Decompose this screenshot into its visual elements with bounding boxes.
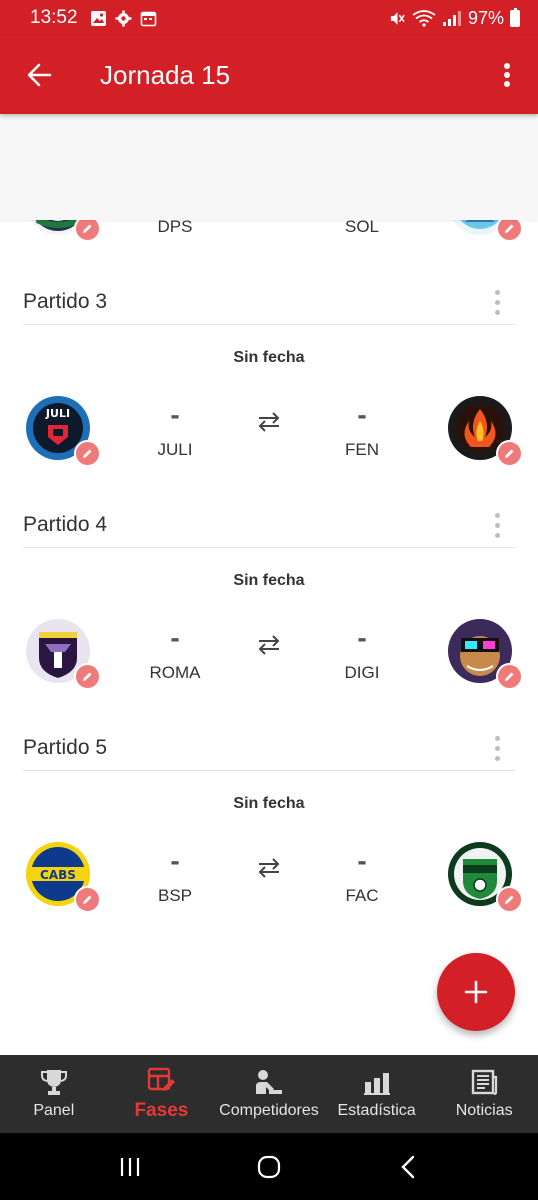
competitors-icon <box>255 1070 282 1094</box>
nav-item-estadistica[interactable]: Estadística <box>323 1055 431 1133</box>
match-title: Partido 5 <box>23 735 108 759</box>
home-team-code: JULI <box>157 440 193 459</box>
team-logo-roma[interactable] <box>25 618 101 690</box>
dot-icon <box>494 532 500 538</box>
match-date: Sin fecha <box>233 795 305 812</box>
pencil-icon <box>505 895 514 904</box>
team-logo-digi[interactable] <box>447 618 523 690</box>
nav-item-competidores[interactable]: Competidores <box>215 1055 323 1133</box>
home-score: - <box>170 845 180 876</box>
home-score: - <box>170 399 180 430</box>
dot-icon <box>494 512 500 518</box>
match-title: Partido 4 <box>23 512 108 536</box>
home-team-code: BSP <box>157 886 193 905</box>
away-score: - <box>357 622 367 653</box>
dot-icon <box>494 755 500 761</box>
swap-teams-icon[interactable] <box>257 412 281 432</box>
nav-item-fases[interactable]: Fases <box>108 1055 216 1133</box>
trophy-icon <box>40 1070 67 1095</box>
edit-logo-button[interactable] <box>496 886 523 913</box>
nav-label: Competidores <box>219 1102 319 1119</box>
dot-icon <box>494 745 500 751</box>
match-options-button[interactable] <box>491 733 503 763</box>
pencil-icon <box>83 895 92 904</box>
pencil-icon <box>83 224 92 233</box>
edit-logo-button[interactable] <box>74 886 101 913</box>
match-card-3[interactable]: Partido 3 Sin fecha JULI - - JULI FEN <box>0 279 538 499</box>
recent-apps-button[interactable] <box>110 1147 150 1187</box>
pencil-icon <box>505 449 514 458</box>
chevron-left-icon <box>401 1155 415 1178</box>
system-navigation-bar <box>0 1133 538 1200</box>
nav-label: Fases <box>134 1100 189 1121</box>
away-team-code: FEN <box>345 440 379 459</box>
match-header: Partido 4 <box>23 502 515 548</box>
bottom-navigation: Panel Fases Competidores Estadística Not… <box>0 1055 538 1133</box>
team-logo-juli[interactable]: JULI <box>25 395 101 467</box>
match-card-5[interactable]: Partido 5 Sin fecha CABS - - BSP FAC <box>0 725 538 945</box>
nav-item-noticias[interactable]: Noticias <box>430 1055 538 1133</box>
pencil-icon <box>83 672 92 681</box>
edit-logo-button[interactable] <box>74 440 101 467</box>
recent-apps-icon <box>120 1157 139 1176</box>
match-header: Partido 5 <box>23 725 515 771</box>
more-vert-icon <box>504 63 510 87</box>
away-score: - <box>357 845 367 876</box>
nav-label: Estadística <box>337 1102 416 1119</box>
match-date: Sin fecha <box>233 572 305 589</box>
bracket-edit-icon <box>148 1067 176 1091</box>
team-logo-bsp[interactable]: CABS <box>25 841 101 913</box>
svg-text:CABS: CABS <box>40 868 76 882</box>
match-header: Partido 3 <box>23 279 515 325</box>
system-back-button[interactable] <box>388 1147 428 1187</box>
edit-logo-button[interactable] <box>496 663 523 690</box>
edit-logo-button[interactable] <box>74 663 101 690</box>
back-button[interactable] <box>0 36 78 114</box>
home-button[interactable] <box>249 1147 289 1187</box>
nav-item-panel[interactable]: Panel <box>0 1055 108 1133</box>
pencil-icon <box>505 672 514 681</box>
team-logo-fac[interactable] <box>447 841 523 913</box>
app-bar: Jornada 15 <box>0 36 538 114</box>
newspaper-icon <box>471 1069 498 1096</box>
team-logo-fen[interactable] <box>447 395 523 467</box>
swap-teams-icon[interactable] <box>257 858 281 878</box>
dot-icon <box>494 735 500 741</box>
pencil-icon <box>505 224 514 233</box>
nav-label: Noticias <box>455 1102 513 1119</box>
bar-chart-icon <box>363 1073 390 1095</box>
dot-icon <box>494 309 500 315</box>
dot-icon <box>494 522 500 528</box>
header-blank-area <box>0 114 538 220</box>
away-team-code: FAC <box>345 886 379 905</box>
home-icon <box>257 1155 281 1178</box>
match-options-button[interactable] <box>491 510 503 540</box>
match-card-4[interactable]: Partido 4 Sin fecha - - ROMA DIGI <box>0 502 538 722</box>
home-team-code: ROMA <box>149 663 201 682</box>
page-title: Jornada 15 <box>100 59 231 90</box>
edit-logo-button[interactable] <box>496 440 523 467</box>
away-score: - <box>357 399 367 430</box>
nav-label: Panel <box>33 1102 75 1119</box>
dot-icon <box>494 289 500 295</box>
match-title: Partido 3 <box>23 289 108 313</box>
dot-icon <box>494 299 500 305</box>
add-match-button[interactable] <box>437 953 515 1031</box>
match-date: Sin fecha <box>233 349 305 366</box>
arrow-back-icon <box>27 63 52 87</box>
svg-text:JULI: JULI <box>45 407 70 420</box>
away-team-code: DIGI <box>344 663 380 682</box>
home-score: - <box>170 622 180 653</box>
swap-teams-icon[interactable] <box>257 635 281 655</box>
away-team-code: SOL <box>344 217 380 236</box>
home-team-code: DPS <box>157 217 193 236</box>
pencil-icon <box>83 449 92 458</box>
match-options-button[interactable] <box>491 287 503 317</box>
more-options-button[interactable] <box>476 36 538 114</box>
plus-icon <box>464 980 488 1004</box>
